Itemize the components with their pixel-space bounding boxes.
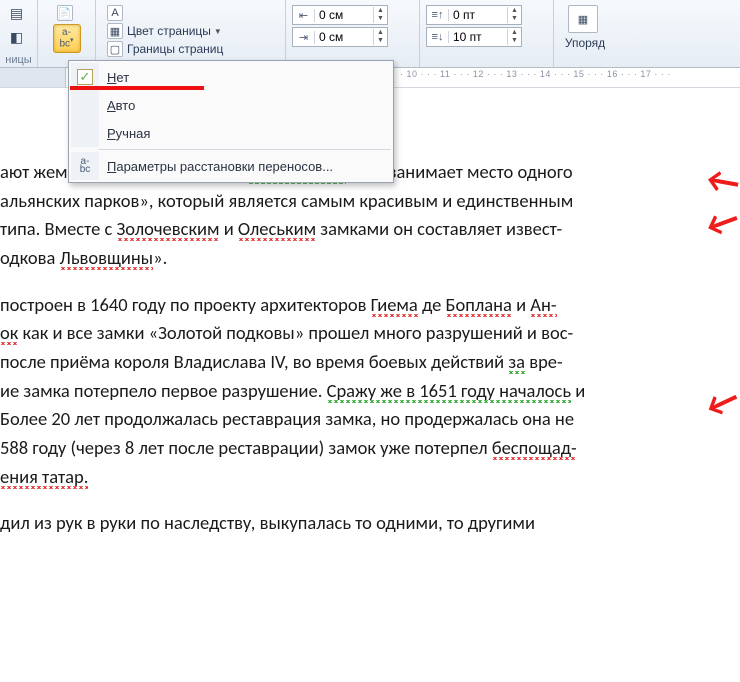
text-run-spelling-error: Боплана <box>446 293 512 317</box>
spacing-before-value: 0 пт <box>449 8 507 22</box>
text-run-spelling-error: ения татар. <box>0 465 88 489</box>
ribbon-group-spacing: ≡↑ 0 пт ▲▼ ≡↓ 10 пт ▲▼ <box>420 0 554 67</box>
paragraph-3: дил из рук в руки по наследству, выкупал… <box>0 509 716 538</box>
spacing-after-spinner[interactable]: ≡↓ 10 пт ▲▼ <box>426 27 522 47</box>
menu-label-underline: Р <box>107 126 116 141</box>
text-run: дил из рук в руки по наследству, выкупал… <box>0 511 535 534</box>
menu-check-col <box>71 119 99 147</box>
page-color-button[interactable]: ▦ Цвет страницы ▼ <box>102 22 227 40</box>
menu-label-underline: П <box>107 159 116 174</box>
indent-right-icon: ⇥ <box>293 31 315 44</box>
annotation-red-underline <box>70 86 204 90</box>
spacing-before-icon: ≡↑ <box>427 9 449 21</box>
hyphenation-icon: a-bc▾ <box>59 29 73 48</box>
text-run-grammar-error: за <box>508 350 525 374</box>
ribbon-group-hyphenation: 📄 a-bc▾ <box>38 0 96 67</box>
ruler-margin <box>0 68 66 87</box>
text-run: 588 году (через 8 лет после реставрации)… <box>0 436 492 459</box>
paragraph-2: построен в 1640 году по проекту архитект… <box>0 291 716 492</box>
text-run-spelling-error: Львовщины <box>60 246 154 270</box>
text-run: альянских парков», который является самы… <box>0 189 573 212</box>
menu-check-col: a-bc <box>71 152 99 180</box>
menu-label-rest: вто <box>116 98 136 113</box>
text-run: типа. Вместе с <box>0 217 117 240</box>
text-run: ». <box>153 246 167 269</box>
arrange-icon: ▦ <box>568 5 598 33</box>
watermark-small-icon[interactable]: 📄 <box>53 4 81 22</box>
text-run: после приёма короля Владислава IV, во вр… <box>0 350 508 373</box>
spinner-buttons[interactable]: ▲▼ <box>373 7 387 23</box>
text-run-grammar-error: Сражу же в 1651 году началось <box>327 379 572 403</box>
chevron-down-icon: ▼ <box>214 27 222 36</box>
menu-label-underline: Н <box>107 70 116 85</box>
indent-left-spinner[interactable]: ⇤ 0 см ▲▼ <box>292 5 388 25</box>
ribbon-small-btn-2[interactable]: ◧ <box>5 26 33 48</box>
text-run: одкова <box>0 246 60 269</box>
spinner-buttons[interactable]: ▲▼ <box>507 7 521 23</box>
indent-right-value: 0 см <box>315 30 373 44</box>
watermark-icon: A <box>107 5 123 21</box>
page-color-label: Цвет страницы <box>127 24 211 38</box>
watermark-button-top[interactable]: A <box>102 4 132 22</box>
text-run: Более 20 лет продолжалась реставрация за… <box>0 407 574 430</box>
generic-icon: ◧ <box>9 29 25 45</box>
spacing-before-spinner[interactable]: ≡↑ 0 пт ▲▼ <box>426 5 522 25</box>
ribbon-group-arrange: ▦ Упоряд <box>554 0 616 67</box>
indent-left-icon: ⇤ <box>293 9 315 22</box>
text-run-spelling-error: Олеським <box>238 217 316 241</box>
menu-label-underline: А <box>107 98 116 113</box>
doc-icon: 📄 <box>57 5 73 21</box>
text-run-spelling-error: ок <box>0 321 18 345</box>
page-borders-icon: ▢ <box>107 41 123 57</box>
menu-item-options[interactable]: a-bc Параметры расстановки переносов... <box>71 152 391 180</box>
indent-left-value: 0 см <box>315 8 373 22</box>
menu-label-rest: учная <box>116 126 151 141</box>
text-run: построен в 1640 году по проекту архитект… <box>0 293 371 316</box>
hyphenation-menu: ✓ Нет Авто Ручная a-bc Параметры расстан… <box>68 60 394 183</box>
ribbon-group-left-edge: ▤ ◧ ницы <box>0 0 38 67</box>
text-run: как и все замки «Золотой подковы» прошел… <box>18 321 573 344</box>
text-run-spelling-error: Ан- <box>530 293 556 317</box>
ribbon-group-indent: ⇤ 0 см ▲▼ ⇥ 0 см ▲▼ <box>286 0 420 67</box>
generic-icon: ▤ <box>9 5 25 21</box>
text-run: и <box>512 293 530 316</box>
text-run: замками он составляет извест- <box>316 217 562 240</box>
page-borders-button[interactable]: ▢ Границы страниц <box>102 40 228 58</box>
page-borders-label: Границы страниц <box>127 42 223 56</box>
spinner-buttons[interactable]: ▲▼ <box>373 29 387 45</box>
check-icon: ✓ <box>77 69 93 85</box>
ruler-numbers: · 10 · · · 11 · · · 12 · · · 13 · · · 14… <box>400 69 671 79</box>
arrange-button[interactable]: ▦ Упоряд <box>560 2 610 53</box>
spacing-after-value: 10 пт <box>449 30 507 44</box>
spacing-after-icon: ≡↓ <box>427 31 449 43</box>
menu-check-col <box>71 91 99 119</box>
text-run: и <box>220 217 238 240</box>
ribbon-group-page-background: A ▦ Цвет страницы ▼ ▢ Границы страниц <box>96 0 286 67</box>
hyphenation-icon: a-bc <box>80 158 91 174</box>
text-run: де <box>418 293 446 316</box>
menu-separator <box>99 149 391 150</box>
text-run-spelling-error: Золочевским <box>117 217 220 241</box>
menu-item-auto[interactable]: Авто <box>71 91 391 119</box>
page-color-icon: ▦ <box>107 23 123 39</box>
spinner-buttons[interactable]: ▲▼ <box>507 29 521 45</box>
text-run: вре- <box>525 350 563 373</box>
text-run: и <box>571 379 585 402</box>
arrange-label: Упоряд <box>565 36 605 50</box>
ribbon: ▤ ◧ ницы 📄 a-bc▾ A ▦ Цвет страницы ▼ ▢ Г… <box>0 0 740 68</box>
group-caption: ницы <box>0 54 37 66</box>
indent-right-spinner[interactable]: ⇥ 0 см ▲▼ <box>292 27 388 47</box>
hyphenation-button[interactable]: a-bc▾ <box>53 24 81 53</box>
ribbon-small-btn-1[interactable]: ▤ <box>5 2 33 24</box>
menu-item-manual[interactable]: Ручная <box>71 119 391 147</box>
text-run: ие замка потерпело первое разрушение. <box>0 379 327 402</box>
menu-label-rest: ет <box>116 70 129 85</box>
menu-label-rest: араметры расстановки переносов... <box>116 159 333 174</box>
text-run-spelling-error: беспощад- <box>492 436 577 460</box>
text-run-spelling-error: Гиема <box>371 293 418 317</box>
